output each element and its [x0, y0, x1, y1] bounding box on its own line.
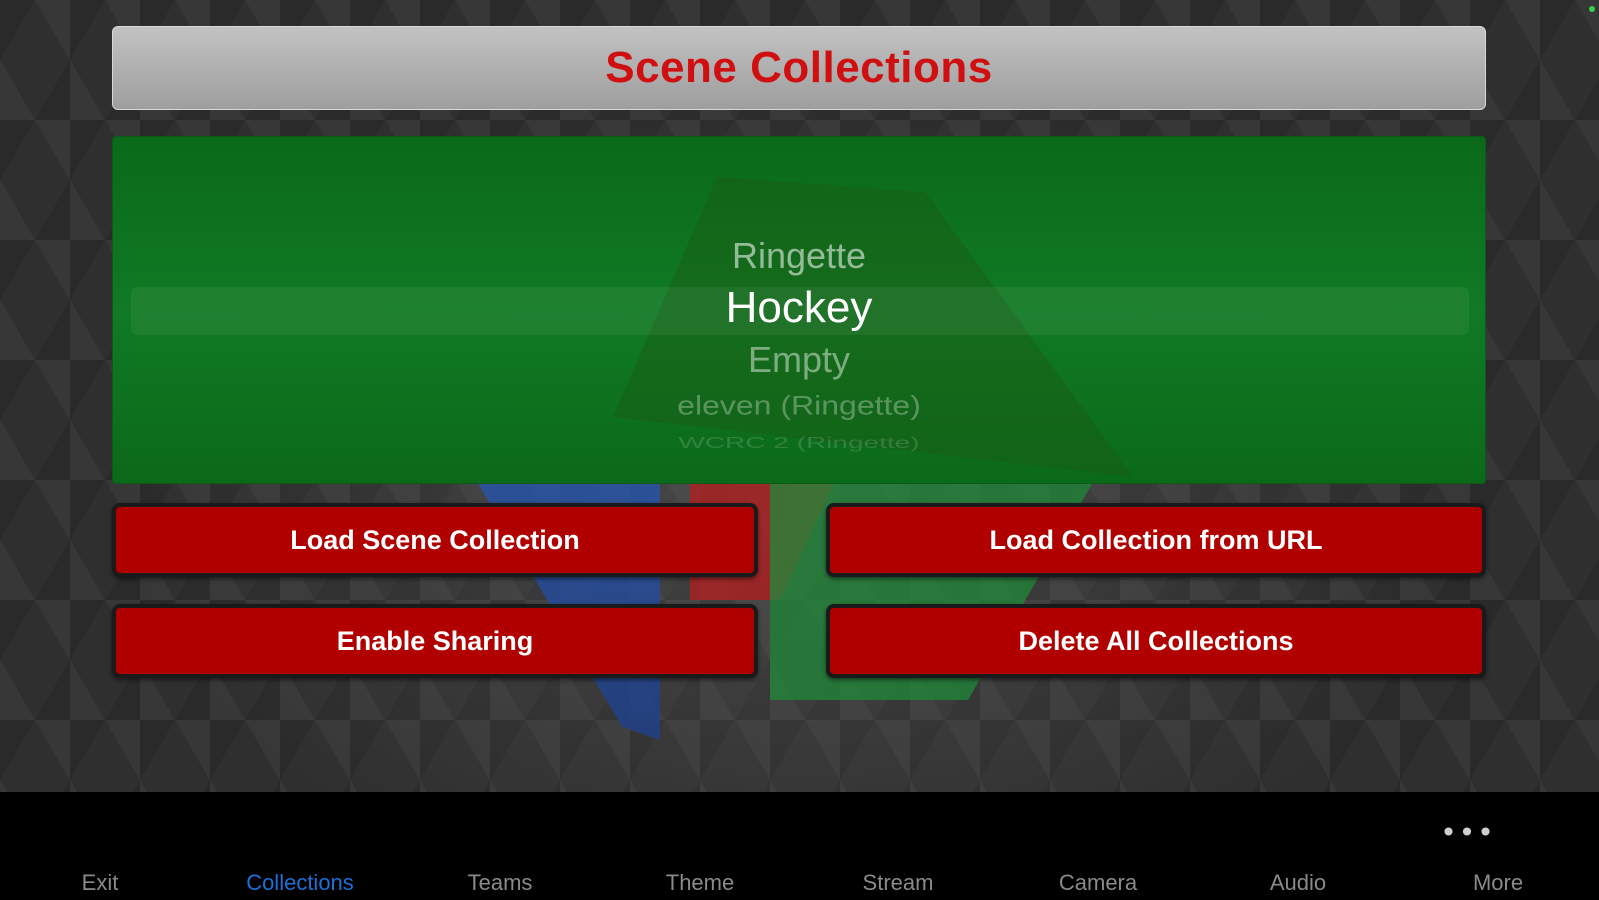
tab-audio[interactable]: Audio — [1218, 870, 1378, 896]
picker-item[interactable]: Empty — [113, 339, 1485, 381]
more-icon[interactable]: ••• — [1388, 816, 1548, 849]
delete-all-collections-button[interactable]: Delete All Collections — [826, 604, 1486, 678]
tab-bar: ••• Exit Collections Teams Theme Stream … — [0, 792, 1599, 900]
tab-theme[interactable]: Theme — [620, 870, 780, 896]
picker-item[interactable]: WCRC 2 (Ringette) — [113, 434, 1485, 452]
tab-camera[interactable]: Camera — [1018, 870, 1178, 896]
title-bar: Scene Collections — [112, 26, 1486, 110]
tab-collections[interactable]: Collections — [220, 870, 380, 896]
picker-item[interactable]: eleven (Ringette) — [113, 390, 1485, 421]
tab-teams[interactable]: Teams — [420, 870, 580, 896]
tab-exit[interactable]: Exit — [20, 870, 180, 896]
tab-stream[interactable]: Stream — [818, 870, 978, 896]
picker-item[interactable]: Ringette — [113, 235, 1485, 277]
load-scene-collection-button[interactable]: Load Scene Collection — [112, 503, 758, 577]
collection-picker[interactable]: Ringette Hockey Empty eleven (Ringette) … — [112, 136, 1486, 484]
page-title: Scene Collections — [605, 43, 993, 92]
load-collection-from-url-button[interactable]: Load Collection from URL — [826, 503, 1486, 577]
enable-sharing-button[interactable]: Enable Sharing — [112, 604, 758, 678]
picker-item-selected[interactable]: Hockey — [113, 283, 1485, 333]
tab-more[interactable]: More — [1418, 870, 1578, 896]
status-indicator — [1589, 6, 1595, 12]
